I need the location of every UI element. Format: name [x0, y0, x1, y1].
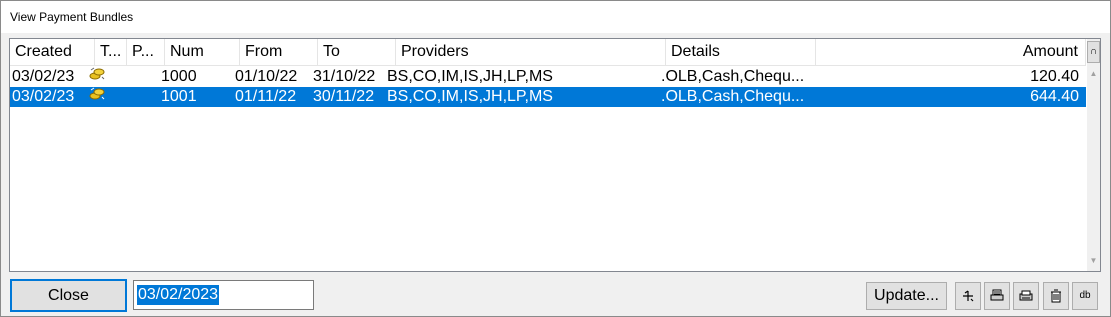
table-row-selected[interactable]: 03/02/23 1001 01/11/22 30/11/22 BS,CO,IM… [10, 87, 1086, 107]
date-field[interactable]: 03/02/2023 [133, 280, 314, 310]
col-p-header[interactable]: P... [127, 39, 165, 65]
list-header: Created T... P... Num From To Providers … [10, 39, 1086, 66]
col-type-header[interactable]: T... [95, 39, 127, 65]
cell-amount: 644.40 [1030, 88, 1079, 105]
col-details-header[interactable]: Details [666, 39, 816, 65]
cell-to: 30/11/22 [313, 88, 375, 105]
edit-icon [963, 290, 974, 302]
payment-bundles-window: View Payment Bundles Created T... P... N… [0, 0, 1111, 317]
col-providers-header[interactable]: Providers [396, 39, 666, 65]
cell-p [127, 87, 163, 107]
vertical-scrollbar[interactable]: ∩ ▲ ▼ [1087, 39, 1100, 271]
delete-button[interactable] [1043, 282, 1069, 310]
database-icon: db [1079, 290, 1091, 301]
print-preview-button[interactable] [984, 282, 1010, 310]
cell-providers: BS,CO,IM,IS,JH,LP,MS [387, 68, 553, 85]
bundles-list[interactable]: Created T... P... Num From To Providers … [9, 38, 1101, 272]
scroll-up-icon[interactable]: ▲ [1087, 64, 1100, 84]
cell-from: 01/11/22 [235, 88, 297, 105]
cell-details: .OLB,Cash,Chequ... [661, 88, 805, 105]
trash-icon [1051, 289, 1061, 303]
table-row[interactable]: 03/02/23 1000 01/10/22 31/10/22 BS,CO,IM… [10, 67, 1086, 87]
col-from-header[interactable]: From [240, 39, 318, 65]
cell-details: .OLB,Cash,Chequ... [661, 68, 805, 85]
gold-coins-icon [88, 67, 108, 87]
title-bar[interactable]: View Payment Bundles [1, 1, 1110, 33]
cell-created: 03/02/23 [12, 68, 75, 85]
cell-created: 03/02/23 [12, 88, 75, 105]
col-created-header[interactable]: Created [10, 39, 95, 65]
cell-num: 1001 [161, 88, 197, 105]
col-amount-header[interactable]: Amount [816, 39, 1086, 65]
cell-p [127, 67, 163, 87]
column-chooser-button[interactable]: ∩ [1087, 41, 1100, 63]
edit-bundle-button[interactable] [955, 282, 981, 310]
print-button[interactable] [1013, 282, 1039, 310]
cell-providers: BS,CO,IM,IS,JH,LP,MS [387, 88, 553, 105]
date-field-value: 03/02/2023 [137, 285, 220, 305]
cell-from: 01/10/22 [235, 68, 298, 85]
col-to-header[interactable]: To [318, 39, 396, 65]
cell-to: 31/10/22 [313, 68, 376, 85]
col-num-header[interactable]: Num [165, 39, 240, 65]
window-title: View Payment Bundles [10, 10, 134, 24]
gold-coins-icon [88, 87, 108, 107]
scroll-down-icon[interactable]: ▼ [1087, 251, 1100, 271]
cell-num: 1000 [161, 68, 197, 85]
print-preview-icon [990, 289, 1004, 301]
database-button[interactable]: db [1072, 282, 1098, 310]
cell-amount: 120.40 [1030, 68, 1079, 85]
update-button[interactable]: Update... [866, 282, 947, 310]
close-button[interactable]: Close [10, 279, 127, 312]
printer-icon [1019, 290, 1033, 301]
